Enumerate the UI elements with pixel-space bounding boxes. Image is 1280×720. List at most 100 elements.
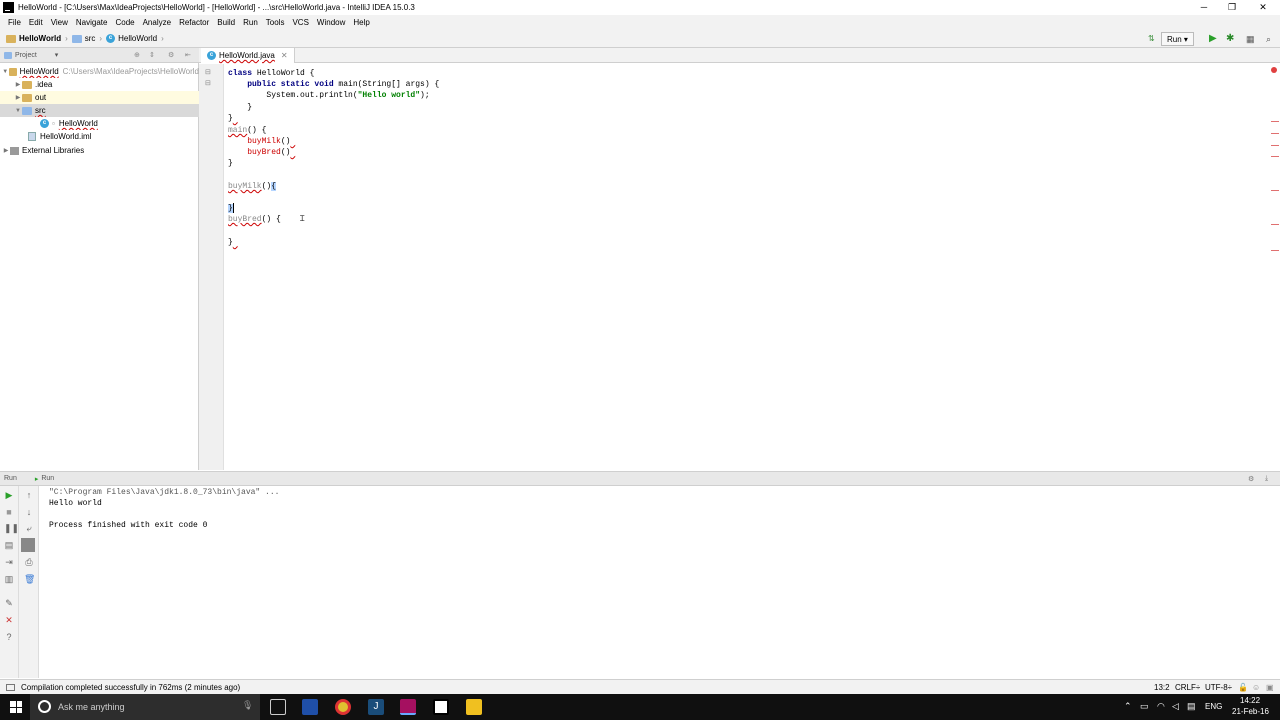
editor-gutter[interactable]: ⊟ ⊟	[199, 64, 224, 470]
microphone-icon[interactable]: 🎙	[242, 700, 253, 711]
soft-wrap-icon[interactable]: ⤶	[24, 523, 34, 533]
jetbrains-icon[interactable]: J	[368, 699, 384, 715]
caret-position[interactable]: 13:2	[1154, 683, 1170, 692]
collapsed-arrow-icon[interactable]: ▶	[14, 81, 22, 88]
project-structure-icon[interactable]: ▦	[1246, 32, 1255, 46]
search-everywhere-icon[interactable]: ⌕	[1266, 32, 1271, 46]
project-view-selector[interactable]: Project	[15, 52, 37, 59]
collapsed-arrow-icon[interactable]: ▶	[14, 94, 22, 101]
error-stripe-mark[interactable]	[1271, 121, 1279, 122]
error-stripe-mark[interactable]	[1271, 156, 1279, 157]
menu-code[interactable]: Code	[111, 18, 138, 27]
minimize-button[interactable]: ─	[1189, 0, 1219, 15]
run-config-selector[interactable]: Run ▾	[1161, 32, 1194, 46]
pause-icon[interactable]: ❚❚	[4, 523, 19, 533]
menu-analyze[interactable]: Analyze	[139, 18, 175, 27]
tree-item-idea[interactable]: ▶ .idea	[0, 78, 199, 91]
layout-icon[interactable]: ▥	[4, 574, 14, 584]
chrome-icon[interactable]	[335, 699, 351, 715]
maximize-button[interactable]: ❐	[1217, 0, 1247, 15]
breadcrumb-src[interactable]: src ›	[71, 34, 102, 43]
task-view-icon[interactable]	[270, 699, 286, 715]
intellij-icon[interactable]	[400, 699, 416, 715]
hide-panel-icon[interactable]: ⤓	[1265, 475, 1268, 483]
rerun-icon[interactable]: ▶	[4, 490, 14, 500]
lock-icon[interactable]: 🔓	[1238, 683, 1248, 692]
keyboard-icon[interactable]: ▤	[1187, 701, 1196, 712]
clear-all-icon[interactable]: 🗑	[24, 574, 35, 584]
explorer-icon[interactable]	[466, 699, 482, 715]
store-icon[interactable]	[433, 699, 449, 715]
taskbar-search[interactable]: Ask me anything 🎙	[30, 694, 260, 720]
editor-tab-helloworld[interactable]: c HelloWorld.java ✕	[201, 48, 295, 63]
error-stripe-mark[interactable]	[1271, 145, 1279, 146]
encoding-selector[interactable]: UTF-8÷	[1205, 683, 1232, 692]
event-log-icon[interactable]: ▣	[1266, 683, 1274, 692]
tree-item-project-root[interactable]: ▼ HelloWorld C:\Users\Max\IdeaProjects\H…	[0, 65, 199, 78]
error-stripe-mark[interactable]	[1271, 190, 1279, 191]
menu-file[interactable]: File	[4, 18, 25, 27]
breadcrumb-class[interactable]: c HelloWorld ›	[106, 34, 164, 43]
menu-navigate[interactable]: Navigate	[72, 18, 112, 27]
help-icon[interactable]: ?	[4, 632, 14, 642]
scroll-to-end-icon[interactable]	[21, 538, 35, 552]
menu-window[interactable]: Window	[313, 18, 349, 27]
up-arrow-icon[interactable]: ↑	[24, 490, 34, 500]
clock-time[interactable]: 14:22	[1240, 696, 1260, 705]
run-icon[interactable]: ▶	[1209, 32, 1217, 46]
error-stripe-mark[interactable]	[1271, 224, 1279, 225]
line-separator-selector[interactable]: CRLF÷	[1175, 683, 1200, 692]
tree-item-helloworld-class[interactable]: c ▫ HelloWorld	[0, 117, 199, 130]
exit-icon[interactable]: ⇥	[4, 557, 14, 567]
gear-icon[interactable]: ⚙	[1248, 475, 1254, 483]
tree-item-iml[interactable]: HelloWorld.iml	[0, 130, 199, 143]
toolwindow-toggle-icon[interactable]	[6, 683, 15, 691]
menu-run[interactable]: Run	[239, 18, 262, 27]
error-indicator-icon[interactable]	[1271, 67, 1277, 73]
build-icon[interactable]: ⇅	[1148, 32, 1155, 46]
windows-start-icon[interactable]	[10, 701, 22, 713]
tree-item-external-libraries[interactable]: ▶ External Libraries	[0, 144, 199, 157]
collapsed-arrow-icon[interactable]: ▶	[2, 147, 10, 154]
tray-chevron-icon[interactable]: ⌃	[1124, 701, 1132, 712]
run-tab[interactable]: ▸ Run	[35, 475, 54, 483]
fold-icon[interactable]: ⊟	[205, 68, 211, 76]
expanded-arrow-icon[interactable]: ▼	[14, 108, 22, 114]
battery-icon[interactable]: ▭	[1140, 701, 1149, 712]
menu-refactor[interactable]: Refactor	[175, 18, 213, 27]
expanded-arrow-icon[interactable]: ▼	[2, 69, 9, 75]
clock-date[interactable]: 21-Feb-16	[1232, 707, 1269, 716]
hide-panel-icon[interactable]: ⇤	[185, 51, 191, 59]
run-console[interactable]: "C:\Program Files\Java\jdk1.8.0_73\bin\j…	[39, 486, 1280, 678]
breadcrumb-project[interactable]: HelloWorld ›	[6, 34, 68, 43]
tree-item-src[interactable]: ▼ src	[0, 104, 199, 117]
menu-vcs[interactable]: VCS	[288, 18, 312, 27]
collapse-all-icon[interactable]: ⇕	[149, 51, 155, 59]
close-tab-icon[interactable]: ✕	[281, 51, 288, 60]
error-stripe-mark[interactable]	[1271, 250, 1279, 251]
stop-icon[interactable]: ■	[4, 507, 14, 517]
dump-threads-icon[interactable]: ▤	[4, 540, 14, 550]
inspector-icon[interactable]: ☺	[1252, 683, 1260, 692]
language-indicator[interactable]: ENG	[1205, 702, 1222, 711]
down-arrow-icon[interactable]: ↓	[24, 507, 34, 517]
menu-help[interactable]: Help	[349, 18, 373, 27]
fold-icon[interactable]: ⊟	[205, 79, 211, 87]
menu-edit[interactable]: Edit	[25, 18, 47, 27]
menu-build[interactable]: Build	[213, 18, 239, 27]
close-icon[interactable]: ✕	[4, 615, 14, 625]
wifi-icon[interactable]: ◠	[1157, 701, 1165, 712]
chevron-down-icon[interactable]: ▾	[55, 51, 59, 59]
scroll-from-source-icon[interactable]: ⊕	[134, 51, 140, 59]
gear-icon[interactable]: ⚙	[168, 51, 174, 59]
menu-view[interactable]: View	[47, 18, 72, 27]
menu-tools[interactable]: Tools	[262, 18, 289, 27]
save-app-icon[interactable]	[302, 699, 318, 715]
debug-icon[interactable]: ✱	[1226, 32, 1234, 46]
code-editor[interactable]: class HelloWorld { public static void ma…	[224, 64, 1280, 470]
print-icon[interactable]: ⎙	[24, 557, 34, 567]
pin-icon[interactable]: ✎	[4, 598, 14, 608]
volume-icon[interactable]: ◁	[1172, 701, 1179, 712]
tree-item-out[interactable]: ▶ out	[0, 91, 199, 104]
error-stripe-mark[interactable]	[1271, 133, 1279, 134]
